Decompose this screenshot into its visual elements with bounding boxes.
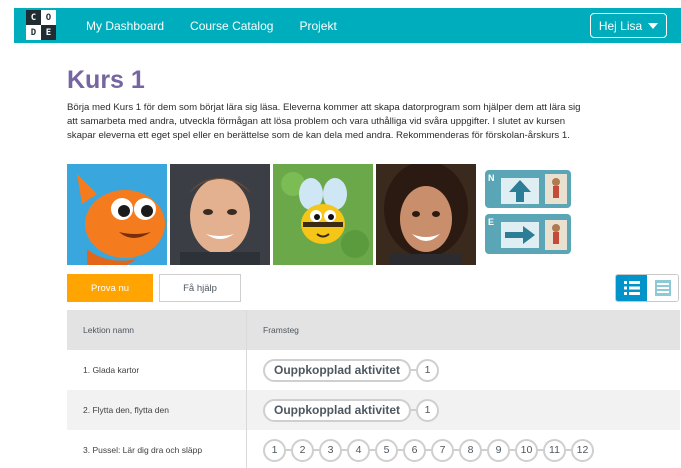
level-bubble[interactable]: 1	[263, 438, 286, 462]
logo-letter: D	[26, 25, 41, 40]
view-toggle	[615, 274, 679, 302]
list-summary-view-button[interactable]	[647, 275, 678, 301]
level-bubble[interactable]: 11	[543, 438, 566, 462]
top-nav-bar: C O D E My Dashboard Course Catalog Proj…	[14, 8, 681, 43]
nav-my-dashboard[interactable]: My Dashboard	[86, 19, 164, 33]
lesson-name[interactable]: 2. Flytta den, flytta den	[67, 390, 247, 430]
level-bubble[interactable]: 1	[416, 358, 440, 382]
progress-bubbles: Ouppkopplad aktivitet 1	[263, 358, 440, 382]
nav-course-catalog[interactable]: Course Catalog	[190, 19, 273, 33]
user-menu-button[interactable]: Hej Lisa	[590, 13, 667, 38]
code-org-logo[interactable]: C O D E	[26, 10, 56, 40]
caret-down-icon	[648, 22, 659, 29]
offline-activity-pill[interactable]: Ouppkopplad aktivitet	[263, 358, 412, 382]
progress-bubbles: Ouppkopplad aktivitet 1	[263, 398, 440, 422]
progress-bubbles: 1 2 3 4 5 6 7 8 9 10 11 12	[263, 438, 594, 462]
direction-label-n: N	[488, 173, 495, 183]
lesson-name[interactable]: 3. Pussel: Lär dig dra och släpp	[67, 430, 247, 468]
level-bubble[interactable]: 6	[403, 438, 426, 462]
level-bubble[interactable]: 10	[515, 438, 538, 462]
lesson-name[interactable]: 1. Glada kartor	[67, 350, 247, 390]
list-summary-icon	[654, 280, 671, 296]
column-header-lesson: Lektion namn	[67, 310, 247, 350]
logo-letter: O	[41, 10, 56, 25]
main-nav: My Dashboard Course Catalog Projekt	[86, 8, 337, 43]
table-row: 3. Pussel: Lär dig dra och släpp 1 2 3 4…	[67, 430, 680, 468]
try-now-button[interactable]: Prova nu	[67, 274, 153, 302]
list-detail-icon	[623, 281, 640, 295]
table-row: 1. Glada kartor Ouppkopplad aktivitet 1	[67, 350, 680, 390]
level-bubble[interactable]: 5	[375, 438, 398, 462]
course-description: Börja med Kurs 1 för dem som börjat lära…	[67, 102, 581, 142]
portrait-photo-woman	[376, 164, 476, 265]
level-bubble[interactable]: 8	[459, 438, 482, 462]
get-help-button[interactable]: Få hjälp	[159, 274, 241, 302]
column-header-progress: Framsteg	[263, 325, 299, 335]
level-bubble[interactable]: 9	[487, 438, 510, 462]
offline-activity-pill[interactable]: Ouppkopplad aktivitet	[263, 398, 412, 422]
level-bubble[interactable]: 1	[416, 398, 440, 422]
lessons-table: Lektion namn Framsteg 1. Glada kartor Ou…	[67, 310, 680, 468]
block-code-image: N E	[479, 164, 577, 265]
level-bubble[interactable]: 7	[431, 438, 454, 462]
list-detail-view-button[interactable]	[616, 275, 647, 301]
course-thumbnails: N E	[67, 164, 577, 265]
direction-label-e: E	[488, 217, 495, 227]
page-title: Kurs 1	[67, 66, 145, 94]
bee-character-image	[273, 164, 373, 265]
table-header-row: Lektion namn Framsteg	[67, 310, 680, 350]
table-row: 2. Flytta den, flytta den Ouppkopplad ak…	[67, 390, 680, 430]
logo-letter: C	[26, 10, 41, 25]
level-bubble[interactable]: 4	[347, 438, 370, 462]
level-bubble[interactable]: 2	[291, 438, 314, 462]
user-menu-label: Hej Lisa	[598, 18, 643, 33]
portrait-photo-man	[170, 164, 270, 265]
fish-character-image	[67, 164, 167, 265]
nav-projekt[interactable]: Projekt	[299, 19, 336, 33]
level-bubble[interactable]: 12	[571, 438, 594, 462]
level-bubble[interactable]: 3	[319, 438, 342, 462]
logo-letter: E	[41, 25, 56, 40]
